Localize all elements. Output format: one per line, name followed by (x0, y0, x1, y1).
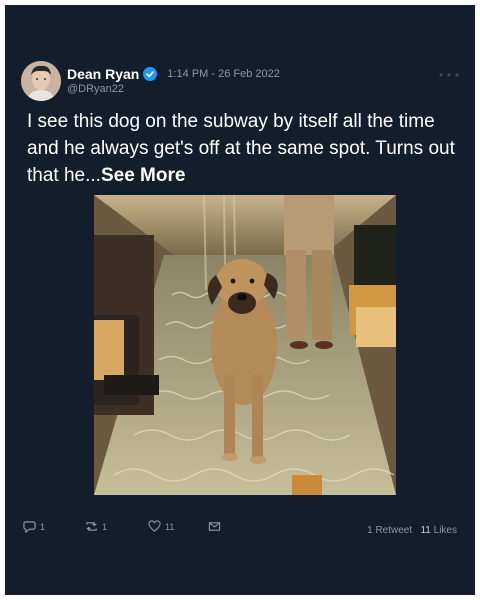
retweet-button[interactable]: 1 (85, 520, 107, 533)
retweet-count: 1 (102, 521, 108, 532)
tweet-media-photo[interactable] (94, 195, 396, 495)
more-dots-icon[interactable] (437, 67, 461, 77)
like-count: 11 (165, 521, 175, 532)
subway-dog-photo (94, 195, 396, 495)
author-handle[interactable]: @DRyan22 (67, 83, 124, 95)
retweets-value: 1 (367, 525, 373, 536)
reply-button[interactable]: 1 (23, 520, 45, 533)
see-more-link[interactable]: See More (101, 165, 185, 186)
tweet-body: I see this dog on the subway by itself a… (27, 111, 455, 186)
verified-badge-icon (143, 67, 158, 81)
tweet-timestamp[interactable]: 1:14 PM - 26 Feb 2022 (167, 68, 280, 80)
message-icon (208, 522, 221, 531)
author-name[interactable]: Dean Ryan (67, 66, 139, 82)
reply-count: 1 (40, 521, 46, 532)
tweet-text: I see this dog on the subway by itself a… (27, 108, 457, 189)
avatar-photo (21, 61, 61, 101)
author-avatar[interactable] (21, 61, 61, 101)
retweet-icon (86, 522, 97, 531)
heart-icon (148, 520, 161, 532)
like-button[interactable]: 11 (148, 520, 174, 533)
tweet-stats: 1 Retweet 11 Likes (367, 525, 457, 536)
author-line: Dean Ryan 1:14 PM - 26 Feb 2022 (67, 65, 280, 83)
retweets-label[interactable]: Retweet (375, 525, 412, 536)
tweet-card: Dean Ryan 1:14 PM - 26 Feb 2022 @DRyan22… (5, 5, 475, 595)
likes-value: 11 (420, 525, 431, 536)
message-button[interactable] (208, 520, 225, 533)
reply-icon (23, 521, 36, 533)
likes-label[interactable]: Likes (434, 525, 457, 536)
